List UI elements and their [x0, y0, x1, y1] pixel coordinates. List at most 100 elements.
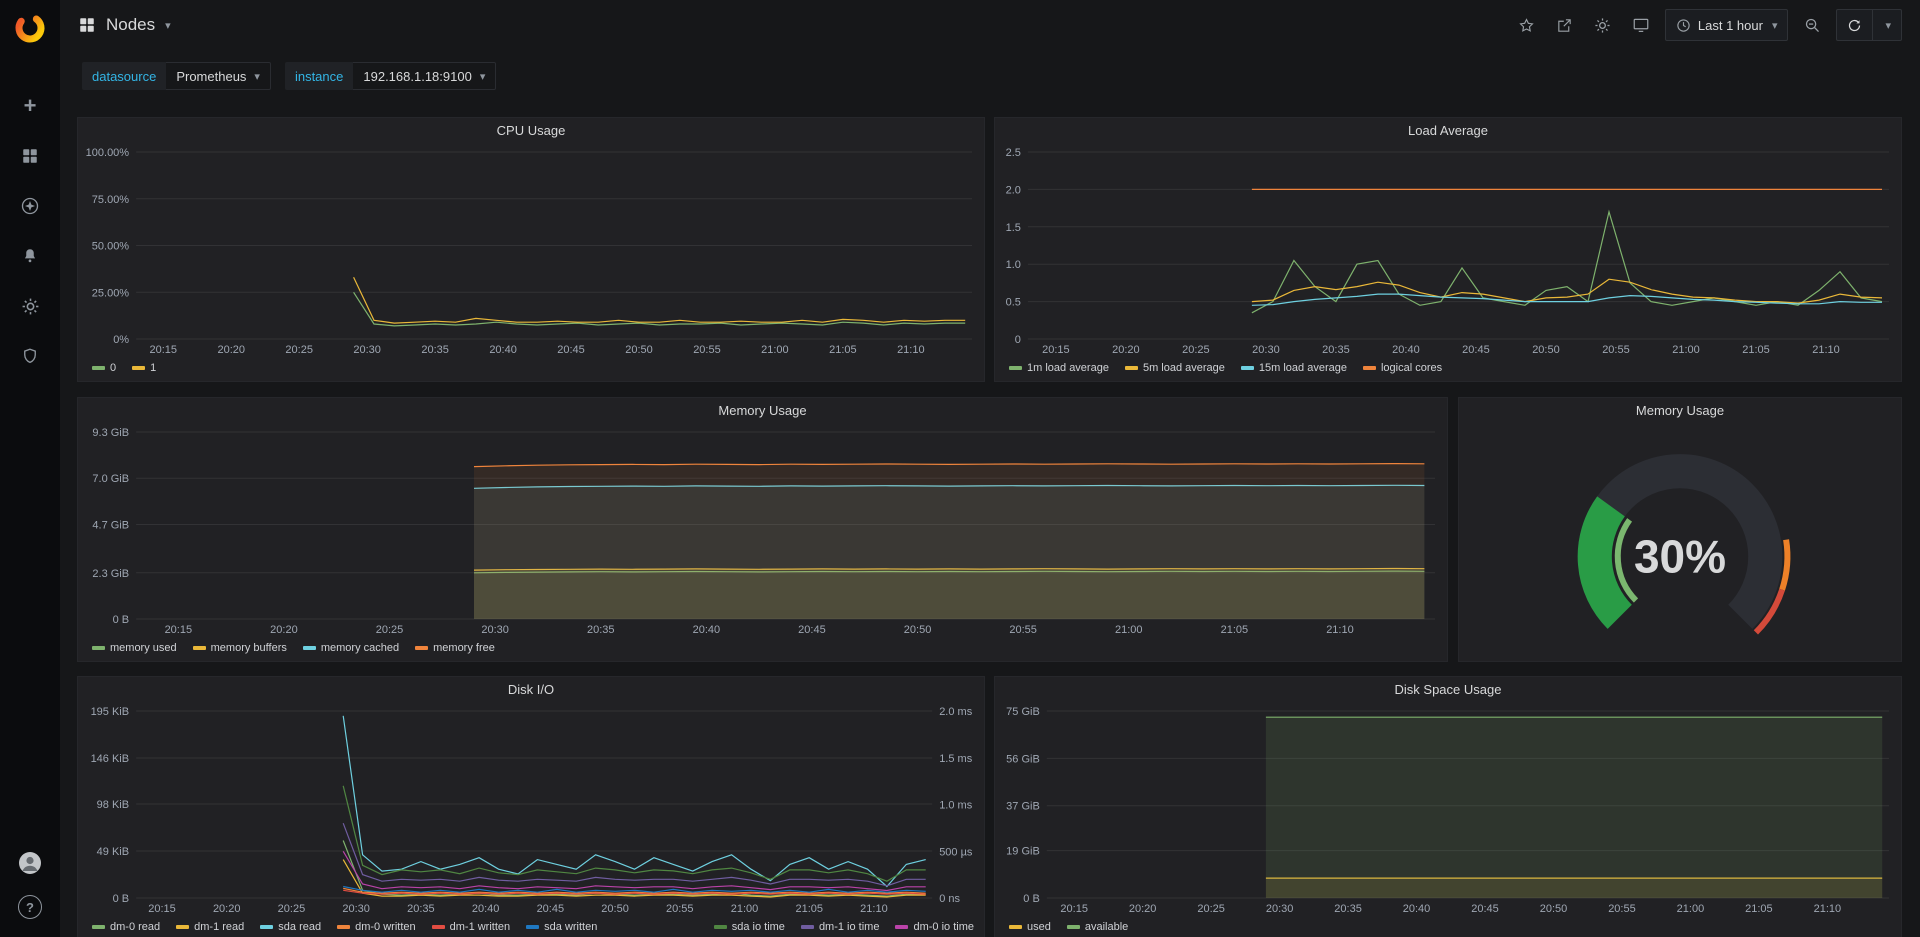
svg-text:20:55: 20:55: [1009, 624, 1037, 636]
legend-label: available: [1085, 921, 1128, 933]
share-button[interactable]: [1551, 11, 1579, 39]
legend-item[interactable]: 0: [92, 362, 116, 374]
panel-title[interactable]: Load Average: [995, 118, 1901, 144]
dashboards-icon[interactable]: [18, 144, 42, 168]
dashboard-settings-button[interactable]: [1589, 11, 1617, 39]
legend-swatch: [1241, 366, 1254, 370]
chevron-down-icon: ▾: [480, 70, 486, 83]
legend-item[interactable]: memory used: [92, 642, 177, 654]
svg-text:20:55: 20:55: [1602, 344, 1630, 356]
svg-text:20:55: 20:55: [693, 344, 721, 356]
star-button[interactable]: [1513, 11, 1541, 39]
legend-item[interactable]: dm-1 io time: [801, 921, 880, 933]
plus-icon: +: [24, 95, 37, 117]
zoom-out-button[interactable]: [1798, 11, 1826, 39]
load-average-chart[interactable]: 00.51.01.52.02.520:1520:2020:2520:3020:3…: [995, 144, 1901, 357]
avatar[interactable]: [18, 851, 42, 875]
legend-swatch: [714, 925, 727, 929]
panel-title[interactable]: Disk Space Usage: [995, 677, 1901, 703]
sidebar: + ?: [0, 0, 60, 937]
svg-text:1.0 ms: 1.0 ms: [939, 800, 973, 812]
svg-text:20:50: 20:50: [1540, 903, 1568, 915]
configuration-gear-icon[interactable]: [18, 294, 42, 318]
legend-item[interactable]: memory buffers: [193, 642, 287, 654]
variable-value-dropdown[interactable]: 192.168.1.18:9100 ▾: [353, 62, 496, 90]
legend-item[interactable]: used: [1009, 921, 1051, 933]
breadcrumb[interactable]: Nodes ▾: [78, 15, 171, 35]
svg-text:21:05: 21:05: [795, 903, 823, 915]
time-range-label: Last 1 hour: [1698, 18, 1763, 33]
legend-item[interactable]: sda read: [260, 921, 321, 933]
refresh-button[interactable]: [1836, 9, 1873, 41]
alerting-bell-icon[interactable]: [18, 244, 42, 268]
svg-text:20:35: 20:35: [407, 903, 435, 915]
disk-io-chart[interactable]: 0 B49 KiB98 KiB146 KiB195 KiB0 ns500 µs1…: [78, 703, 984, 916]
legend-item[interactable]: dm-0 io time: [895, 921, 974, 933]
svg-text:2.0 ms: 2.0 ms: [939, 706, 973, 718]
svg-text:20:30: 20:30: [1266, 903, 1294, 915]
svg-text:9.3 GiB: 9.3 GiB: [92, 427, 129, 439]
panel-title[interactable]: Memory Usage: [1459, 398, 1901, 424]
time-picker-button[interactable]: Last 1 hour ▾: [1665, 9, 1789, 41]
variable-datasource: datasource Prometheus ▾: [82, 62, 271, 90]
create-icon[interactable]: +: [18, 94, 42, 118]
panel-title[interactable]: Memory Usage: [78, 398, 1447, 424]
memory-usage-chart[interactable]: 0 B2.3 GiB4.7 GiB7.0 GiB9.3 GiB20:1520:2…: [78, 424, 1447, 637]
legend-item[interactable]: available: [1067, 921, 1128, 933]
svg-text:2.5: 2.5: [1006, 147, 1021, 159]
legend-swatch: [1009, 925, 1022, 929]
panel-title[interactable]: CPU Usage: [78, 118, 984, 144]
navbar-actions: Last 1 hour ▾ ▾: [1513, 9, 1902, 41]
cycle-view-button[interactable]: [1627, 11, 1655, 39]
legend-swatch: [801, 925, 814, 929]
server-admin-shield-icon[interactable]: [18, 344, 42, 368]
svg-text:20:45: 20:45: [1471, 903, 1499, 915]
legend-item[interactable]: 15m load average: [1241, 362, 1347, 374]
star-icon: [1518, 17, 1535, 34]
legend-item[interactable]: 1m load average: [1009, 362, 1109, 374]
legend-label: dm-0 read: [110, 921, 160, 933]
chart-legend: dm-0 read dm-1 read sda read dm-0 written dm…: [78, 916, 984, 937]
legend-item[interactable]: dm-1 read: [176, 921, 244, 933]
legend-item[interactable]: sda io time: [714, 921, 785, 933]
svg-text:20:15: 20:15: [165, 624, 193, 636]
panel-title[interactable]: Disk I/O: [78, 677, 984, 703]
legend-item[interactable]: 5m load average: [1125, 362, 1225, 374]
legend-item[interactable]: sda written: [526, 921, 597, 933]
svg-text:20:55: 20:55: [666, 903, 694, 915]
svg-text:21:00: 21:00: [761, 344, 789, 356]
legend-swatch: [432, 925, 445, 929]
legend-item[interactable]: dm-1 written: [432, 921, 511, 933]
legend-label: used: [1027, 921, 1051, 933]
grafana-dashboard: + ? Nodes: [0, 0, 1920, 937]
legend-item[interactable]: 1: [132, 362, 156, 374]
svg-text:20:45: 20:45: [537, 903, 565, 915]
cpu-usage-chart[interactable]: 0%25.00%50.00%75.00%100.00%20:1520:2020:…: [78, 144, 984, 357]
help-icon[interactable]: ?: [18, 895, 42, 919]
legend-label: dm-1 read: [194, 921, 244, 933]
legend-label: 1m load average: [1027, 362, 1109, 374]
legend-item[interactable]: dm-0 read: [92, 921, 160, 933]
memory-usage-gauge[interactable]: 30%: [1459, 424, 1901, 661]
svg-text:20:15: 20:15: [1060, 903, 1088, 915]
variable-value-dropdown[interactable]: Prometheus ▾: [166, 62, 271, 90]
svg-text:20:20: 20:20: [1112, 344, 1140, 356]
legend-item[interactable]: dm-0 written: [337, 921, 416, 933]
dashboard-variables: datasource Prometheus ▾ instance 192.168…: [60, 56, 1920, 96]
legend-swatch: [415, 646, 428, 650]
refresh-button-group: ▾: [1836, 9, 1902, 41]
svg-text:21:05: 21:05: [1221, 624, 1249, 636]
variable-value: 192.168.1.18:9100: [363, 69, 471, 84]
legend-item[interactable]: logical cores: [1363, 362, 1442, 374]
svg-text:21:10: 21:10: [897, 344, 925, 356]
svg-text:21:00: 21:00: [1677, 903, 1705, 915]
svg-text:20:30: 20:30: [342, 903, 370, 915]
refresh-interval-dropdown[interactable]: ▾: [1873, 9, 1902, 41]
disk-space-usage-chart[interactable]: 0 B19 GiB37 GiB56 GiB75 GiB20:1520:2020:…: [995, 703, 1901, 916]
grafana-logo-icon[interactable]: [0, 0, 60, 56]
legend-item[interactable]: memory free: [415, 642, 495, 654]
explore-compass-icon[interactable]: [18, 194, 42, 218]
legend-item[interactable]: memory cached: [303, 642, 399, 654]
svg-text:20:35: 20:35: [1322, 344, 1350, 356]
legend-label: 5m load average: [1143, 362, 1225, 374]
